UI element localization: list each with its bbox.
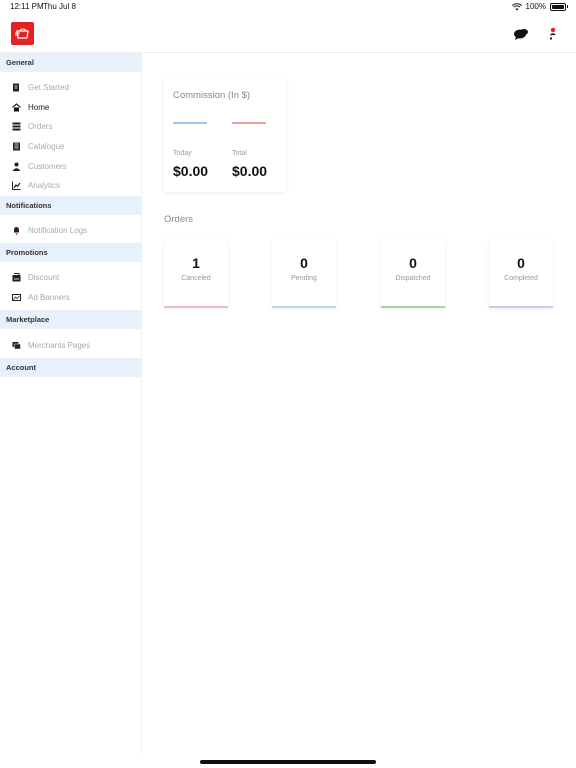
chart-icon (11, 181, 21, 191)
order-accent-line (164, 306, 228, 308)
home-indicator[interactable] (200, 760, 376, 764)
note-icon (11, 83, 21, 93)
banner-icon (11, 293, 21, 303)
sidebar-item-ad-banners[interactable]: Ad Banners (0, 288, 141, 308)
today-label: Today (173, 150, 192, 157)
sidebar: General Get Started Home Orders Catalogu… (0, 53, 142, 753)
order-card-dispatched[interactable]: 0 Dispatched (381, 239, 445, 308)
person-icon (11, 161, 21, 171)
sidebar-item-get-started[interactable]: Get Started (0, 78, 141, 98)
sidebar-item-label: Merchants Pages (28, 340, 91, 350)
status-time: 12:11 PM (10, 2, 44, 11)
today-indicator-line (173, 122, 207, 124)
status-bar: 12:11 PM Thu Jul 8 100% (0, 0, 576, 14)
sidebar-section-marketplace: Marketplace (0, 310, 141, 330)
status-date: Thu Jul 8 (43, 2, 76, 11)
total-value: $0.00 (232, 163, 268, 179)
sidebar-item-orders[interactable]: Orders (0, 117, 141, 137)
list-icon (11, 122, 21, 132)
tag-icon (11, 273, 21, 283)
sidebar-section-notifications: Notifications (0, 195, 141, 215)
sidebar-item-label: Ad Banners (28, 293, 70, 303)
today-value: $0.00 (173, 163, 209, 179)
order-count: 1 (192, 255, 200, 271)
orders-title: Orders (164, 214, 194, 225)
chat-bubbles-icon[interactable] (513, 26, 529, 42)
wifi-icon (511, 2, 522, 10)
sidebar-item-merchants-pages[interactable]: Merchants Pages (0, 335, 141, 355)
sidebar-item-catalogue[interactable]: Catalogue (0, 137, 141, 157)
sidebar-item-label: Analytics (28, 181, 61, 191)
store-logo-icon[interactable] (11, 22, 34, 45)
total-label: Total (232, 150, 247, 157)
order-label: Completed (504, 275, 538, 282)
home-icon (11, 102, 21, 112)
app-header (0, 14, 576, 53)
sidebar-item-label: Customers (28, 161, 67, 171)
total-indicator-line (232, 122, 266, 124)
sidebar-item-label: Catalogue (28, 142, 65, 152)
order-count: 0 (409, 255, 417, 271)
book-icon (11, 142, 21, 152)
order-card-canceled[interactable]: 1 Canceled (164, 239, 228, 308)
commission-card: Commission (In $) Today Total $0.00 $0.0… (164, 76, 286, 192)
order-count: 0 (300, 255, 308, 271)
sidebar-item-label: Discount (28, 273, 60, 283)
sidebar-item-label: Home (28, 102, 50, 112)
order-card-pending[interactable]: 0 Pending (272, 239, 336, 308)
battery-percent: 100% (525, 2, 546, 11)
battery-cap (567, 5, 568, 8)
sidebar-item-label: Orders (28, 122, 53, 132)
order-accent-line (489, 306, 553, 308)
order-card-completed[interactable]: 0 Completed (489, 239, 553, 308)
sidebar-section-account: Account (0, 357, 141, 377)
battery-icon (550, 2, 566, 11)
sidebar-item-home[interactable]: Home (0, 98, 141, 118)
order-count: 0 (517, 255, 525, 271)
commission-title: Commission (In $) (173, 90, 251, 101)
order-accent-line (272, 306, 336, 308)
sidebar-item-analytics[interactable]: Analytics (0, 176, 141, 196)
sidebar-item-label: Notification Logs (28, 225, 88, 235)
sidebar-item-label: Get Started (28, 83, 69, 93)
order-label: Dispatched (395, 275, 431, 282)
sidebar-item-customers[interactable]: Customers (0, 156, 141, 176)
sidebar-item-discount[interactable]: Discount (0, 268, 141, 288)
sidebar-section-general: General (0, 53, 141, 72)
order-label: Canceled (181, 275, 211, 282)
status-right: 100% (511, 2, 568, 11)
bell-icon (11, 225, 21, 235)
profile-icon[interactable] (545, 26, 561, 42)
pages-icon (11, 340, 21, 350)
order-label: Pending (291, 275, 317, 282)
sidebar-section-promotions: Promotions (0, 243, 141, 263)
sidebar-item-notification-logs[interactable]: Notification Logs (0, 221, 141, 241)
order-accent-line (381, 306, 445, 308)
